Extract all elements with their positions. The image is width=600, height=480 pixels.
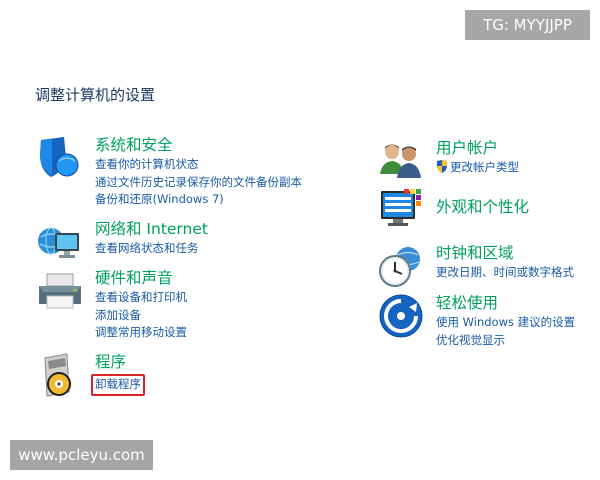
printer-icon[interactable] [37,268,83,314]
network-globe-icon[interactable] [37,219,83,265]
link-backup-restore[interactable]: 备份和还原(Windows 7) [95,191,302,209]
category-title-hardware-sound[interactable]: 硬件和声音 [95,268,187,288]
link-change-account-type-label: 更改帐户类型 [450,160,519,174]
link-windows-recommended-settings[interactable]: 使用 Windows 建议的设置 [436,314,575,332]
category-title-system-security[interactable]: 系统和安全 [95,135,302,155]
link-optimize-visual-display[interactable]: 优化视觉显示 [436,332,575,350]
users-icon[interactable] [378,138,424,184]
uac-shield-icon [437,160,447,173]
monitor-palette-icon[interactable] [378,187,424,233]
category-title-programs[interactable]: 程序 [95,352,145,372]
link-network-status[interactable]: 查看网络状态和任务 [95,240,208,258]
link-file-history[interactable]: 通过文件历史记录保存你的文件备份副本 [95,174,302,192]
link-view-computer-status[interactable]: 查看你的计算机状态 [95,156,302,174]
shield-icon[interactable] [37,135,83,181]
link-devices-printers[interactable]: 查看设备和打印机 [95,289,187,307]
link-add-device[interactable]: 添加设备 [95,307,187,325]
link-change-account-type[interactable]: 更改帐户类型 [436,159,519,177]
category-title-users[interactable]: 用户帐户 [436,138,519,158]
programs-disc-icon[interactable] [37,352,83,398]
link-uninstall-program[interactable]: 卸载程序 [91,374,145,396]
category-title-ease-of-access[interactable]: 轻松使用 [436,293,575,313]
watermark-site: www.pcleyu.com [10,440,153,470]
category-title-appearance[interactable]: 外观和个性化 [436,197,529,217]
clock-globe-icon[interactable] [378,243,424,289]
link-mobility-settings[interactable]: 调整常用移动设置 [95,324,187,342]
watermark-tg: TG: MYYJJPP [465,10,590,40]
page-title: 调整计算机的设置 [35,86,156,104]
category-title-clock-region[interactable]: 时钟和区域 [436,243,574,263]
ease-of-access-icon[interactable] [378,293,424,339]
link-change-date-time-format[interactable]: 更改日期、时间或数字格式 [436,264,574,282]
category-title-network-internet[interactable]: 网络和 Internet [95,219,208,239]
